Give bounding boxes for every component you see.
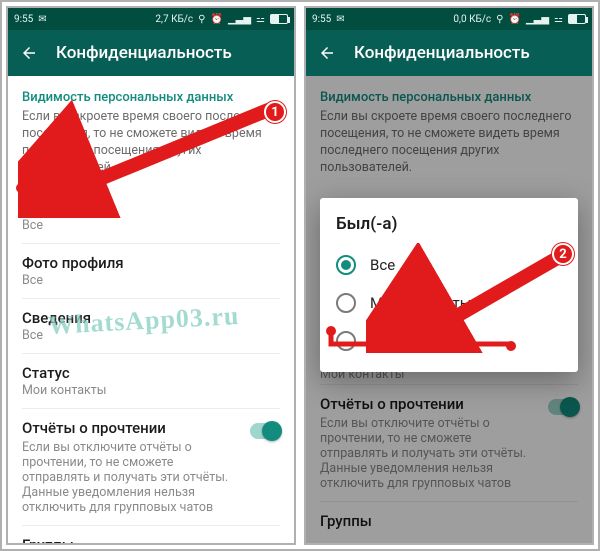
alarm-icon: ⏰ <box>211 14 223 25</box>
annotation-pin <box>506 341 516 351</box>
item-groups[interactable]: Группы <box>22 526 280 544</box>
item-groups-title: Группы <box>22 536 280 544</box>
annotation-pin <box>326 326 336 336</box>
battery-icon <box>270 14 288 24</box>
toggle-read-receipts[interactable] <box>250 423 280 439</box>
item-last-seen-value: Все <box>22 218 280 233</box>
app-bar: Конфиденциальность <box>8 30 294 76</box>
mail-icon: ✉ <box>38 14 46 25</box>
mail-icon: ✉ <box>336 14 344 25</box>
net-speed: 0,0 КБ/с <box>453 14 491 25</box>
app-bar-title: Конфиденциальность <box>56 43 232 63</box>
annotation-pin <box>56 208 66 218</box>
section-title: Видимость персональных данных <box>22 90 280 105</box>
section-desc: Если вы скроете время своего последнего … <box>22 109 280 177</box>
item-status-title: Статус <box>22 364 280 382</box>
signal-icon: ▁▃▅ <box>228 14 251 25</box>
status-bar: 9:55 ✉ 0,0 КБ/с ⚲ ⏰ ▁▃▅ ⚍ <box>306 8 592 30</box>
settings-list: Видимость персональных данных Если вы ск… <box>8 76 294 543</box>
radio-option-everyone[interactable]: Все <box>336 246 562 284</box>
annotation-pin <box>16 183 26 193</box>
app-bar: Конфиденциальность <box>306 30 592 76</box>
alarm-icon: ⏰ <box>509 14 521 25</box>
status-time: 9:55 <box>14 14 33 25</box>
wifi-icon: ⚍ <box>554 14 563 25</box>
radio-icon <box>336 331 356 351</box>
net-speed: 2,7 КБ/с <box>155 14 193 25</box>
status-time: 9:55 <box>312 14 331 25</box>
wifi-icon: ⚍ <box>256 14 265 25</box>
dialog-last-seen: Был(-а) Все Мои контакты Никто <box>320 198 578 372</box>
dialog-title: Был(-а) <box>336 214 562 234</box>
phone-right: 9:55 ✉ 0,0 КБ/с ⚲ ⏰ ▁▃▅ ⚍ Конфиденциальн… <box>304 6 594 545</box>
radio-icon-selected <box>336 255 356 275</box>
radio-option-nobody[interactable]: Никто <box>336 322 562 360</box>
back-icon[interactable] <box>318 44 336 62</box>
item-about-value: Все <box>22 328 280 343</box>
item-photo-title: Фото профиля <box>22 254 280 272</box>
radio-label: Никто <box>370 332 413 350</box>
item-read-receipts[interactable]: Отчёты о прочтении Если вы отключите отч… <box>22 409 280 525</box>
item-read-receipts-desc: Если вы отключите отчёты о прочтении, то… <box>22 440 240 515</box>
phone-left: 9:55 ✉ 2,7 КБ/с ⚲ ⏰ ▁▃▅ ⚍ Конфиденциальн… <box>6 6 296 545</box>
annotation-marker-2: 2 <box>552 243 574 265</box>
bluetooth-icon: ⚲ <box>496 14 503 25</box>
item-status-value: Мои контакты <box>22 383 280 398</box>
item-read-receipts-title: Отчёты о прочтении <box>22 419 240 437</box>
item-about-title: Сведения <box>22 309 280 327</box>
radio-icon <box>336 293 356 313</box>
bluetooth-icon: ⚲ <box>198 14 205 25</box>
radio-option-contacts[interactable]: Мои контакты <box>336 284 562 322</box>
back-icon[interactable] <box>20 44 38 62</box>
radio-label: Мои контакты <box>370 294 471 312</box>
app-bar-title: Конфиденциальность <box>354 43 530 63</box>
status-bar: 9:55 ✉ 2,7 КБ/с ⚲ ⏰ ▁▃▅ ⚍ <box>8 8 294 30</box>
signal-icon: ▁▃▅ <box>526 14 549 25</box>
item-photo[interactable]: Фото профиля Все <box>22 244 280 298</box>
radio-label: Все <box>370 256 395 274</box>
item-status[interactable]: Статус Мои контакты <box>22 354 280 408</box>
battery-icon <box>568 14 586 24</box>
annotation-marker-1: 1 <box>264 101 286 123</box>
item-photo-value: Все <box>22 273 280 288</box>
item-about[interactable]: Сведения Все <box>22 299 280 353</box>
